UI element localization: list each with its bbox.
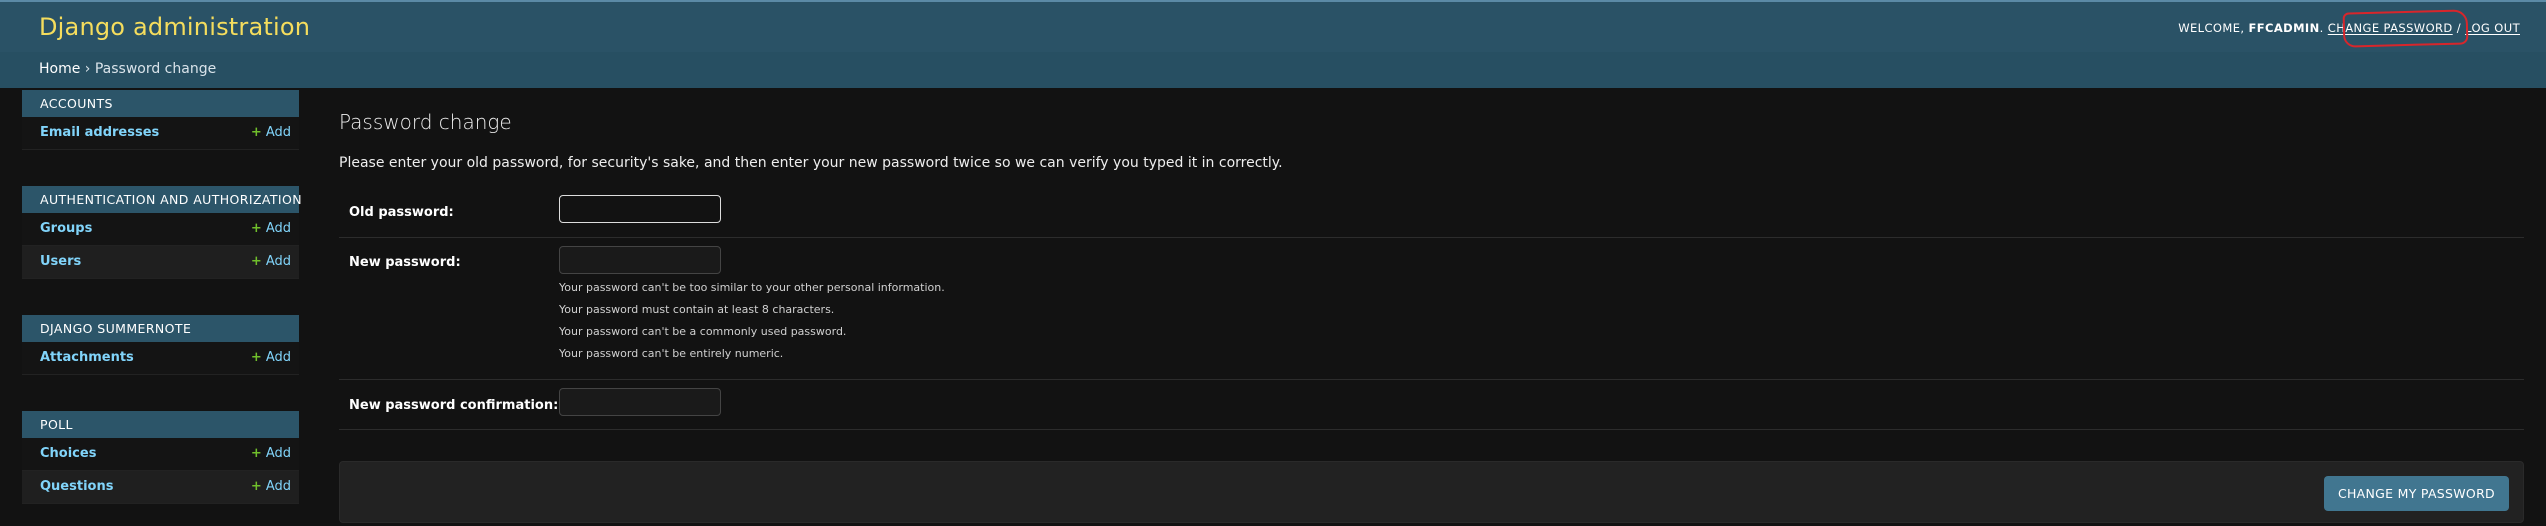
model-link-users[interactable]: Users — [40, 254, 81, 269]
module-caption-django-summernote[interactable]: DJANGO SUMMERNOTE — [22, 315, 299, 342]
model-link-email-addresses[interactable]: Email addresses — [40, 125, 159, 140]
breadcrumb: Home › Password change — [0, 52, 2546, 88]
change-my-password-button[interactable]: CHANGE MY PASSWORD — [2323, 476, 2509, 511]
password-help-item: Your password can't be entirely numeric. — [559, 347, 784, 360]
module-caption-poll[interactable]: POLL — [22, 411, 299, 438]
breadcrumb-separator: › — [80, 61, 95, 77]
submit-row: CHANGE MY PASSWORD — [339, 461, 2524, 523]
sidebar-nav: ACCOUNTS Email addresses + Add AUTHENTICA… — [22, 90, 302, 526]
add-label: Add — [265, 221, 291, 236]
add-email-address-link[interactable]: + Add — [251, 125, 291, 140]
plus-icon: + — [250, 479, 262, 494]
add-label: Add — [265, 446, 291, 461]
model-link-attachments[interactable]: Attachments — [40, 350, 134, 365]
new-password-confirm-input[interactable] — [559, 388, 721, 416]
model-row-users: Users + Add — [22, 246, 299, 279]
plus-icon: + — [250, 125, 262, 140]
log-out-link[interactable]: LOG OUT — [2465, 21, 2520, 35]
model-link-groups[interactable]: Groups — [40, 221, 92, 236]
module-authentication: AUTHENTICATION AND AUTHORIZATION Groups … — [22, 186, 302, 279]
breadcrumb-current: Password change — [94, 61, 217, 77]
form-row-new-password-confirm: New password confirmation: — [339, 380, 2524, 430]
add-label: Add — [265, 125, 291, 140]
new-password-confirm-label: New password confirmation: — [349, 398, 559, 413]
new-password-label: New password: — [349, 255, 461, 270]
add-label: Add — [265, 350, 291, 365]
password-help-item: Your password can't be a commonly used p… — [559, 325, 847, 338]
page-title: Password change — [339, 110, 512, 134]
old-password-label: Old password: — [349, 205, 454, 220]
module-poll: POLL Choices + Add Questions + Add — [22, 411, 299, 504]
module-django-summernote: DJANGO SUMMERNOTE Attachments + Add — [22, 315, 299, 375]
plus-icon: + — [250, 221, 262, 236]
add-user-link[interactable]: + Add — [251, 254, 291, 269]
model-row-questions: Questions + Add — [22, 471, 299, 504]
plus-icon: + — [250, 254, 262, 269]
username-suffix: . — [2319, 21, 2324, 35]
password-help-item: Your password must contain at least 8 ch… — [559, 303, 835, 316]
module-caption-authentication[interactable]: AUTHENTICATION AND AUTHORIZATION — [22, 186, 302, 213]
module-caption-accounts[interactable]: ACCOUNTS — [22, 90, 299, 117]
module-accounts: ACCOUNTS Email addresses + Add — [22, 90, 299, 150]
password-help-item: Your password can't be too similar to yo… — [559, 281, 945, 294]
user-tools: WELCOME, FFCADMIN. CHANGE PASSWORD / LOG… — [2178, 21, 2520, 35]
model-link-choices[interactable]: Choices — [40, 446, 96, 461]
form-row-old-password: Old password: — [339, 188, 2524, 238]
user-tools-separator: / — [2452, 21, 2466, 35]
site-name-link[interactable]: Django administration — [39, 13, 310, 41]
new-password-input[interactable] — [559, 246, 721, 274]
model-row-choices: Choices + Add — [22, 438, 299, 471]
model-row-groups: Groups + Add — [22, 213, 299, 246]
welcome-text: WELCOME, — [2178, 21, 2249, 35]
plus-icon: + — [250, 350, 262, 365]
add-label: Add — [265, 254, 291, 269]
intro-text: Please enter your old password, for secu… — [339, 155, 1283, 171]
form-row-new-password: New password: Your password can't be too… — [339, 238, 2524, 380]
old-password-input[interactable] — [559, 195, 721, 223]
header: Django administration WELCOME, FFCADMIN.… — [0, 0, 2546, 52]
username: FFCADMIN — [2248, 21, 2320, 35]
add-choice-link[interactable]: + Add — [251, 446, 291, 461]
model-row-attachments: Attachments + Add — [22, 342, 299, 375]
breadcrumb-home-link[interactable]: Home — [39, 61, 80, 77]
add-group-link[interactable]: + Add — [251, 221, 291, 236]
add-label: Add — [265, 479, 291, 494]
model-link-questions[interactable]: Questions — [40, 479, 113, 494]
plus-icon: + — [250, 446, 262, 461]
model-row-email-addresses: Email addresses + Add — [22, 117, 299, 150]
add-attachment-link[interactable]: + Add — [251, 350, 291, 365]
change-password-link[interactable]: CHANGE PASSWORD — [2328, 21, 2453, 35]
add-question-link[interactable]: + Add — [251, 479, 291, 494]
password-help-list: Your password can't be too similar to yo… — [559, 280, 945, 368]
